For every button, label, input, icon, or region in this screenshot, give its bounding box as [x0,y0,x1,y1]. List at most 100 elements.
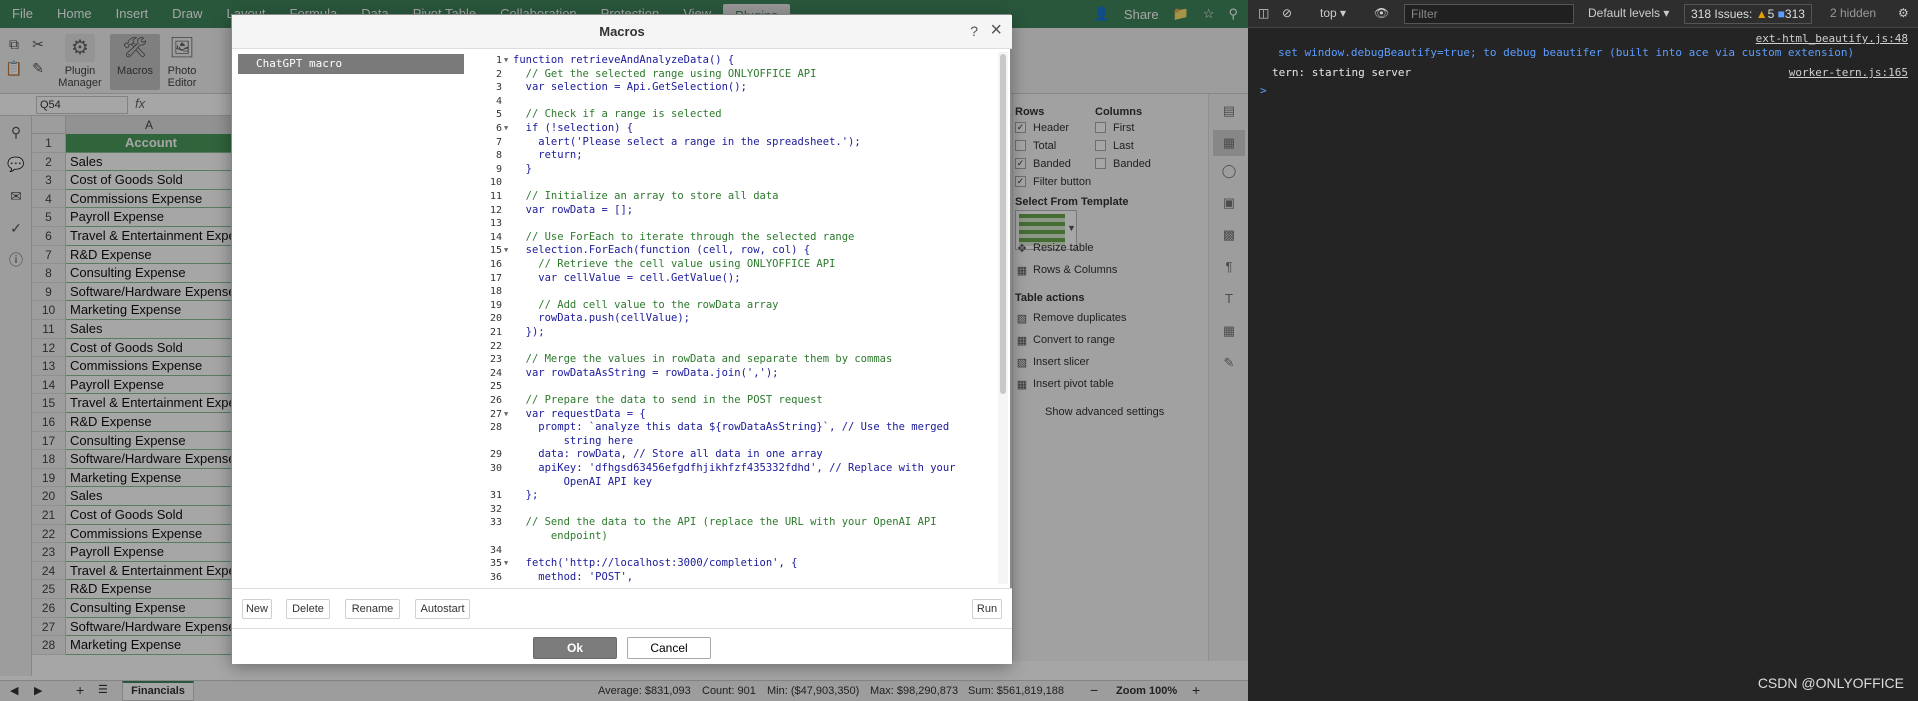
ok-button[interactable]: Ok [533,637,617,659]
log1-message: set window.debugBeautify=true; to debug … [1278,46,1855,59]
line-number: 26 [489,395,502,406]
line-number: 10 [489,177,502,189]
code-line[interactable]: apiKey: 'dfhgsd63456efgdfhjikhfzf435332f… [513,462,955,476]
line-number: 14 [489,231,502,243]
line-number: 16 [489,259,502,270]
code-line[interactable]: }; [513,489,539,503]
console-filter-input[interactable]: Filter [1404,4,1574,24]
line-number: 5 [495,109,502,121]
code-line[interactable]: rowData.push(cellValue); [513,312,690,326]
autostart-button[interactable]: Autostart [415,599,470,619]
line-number: 30 [489,463,502,474]
close-icon[interactable]: × [990,19,1002,42]
sidebar-toggle-icon[interactable]: ◫ [1258,6,1269,20]
dialog-title: Macros [232,15,1012,49]
macros-dialog: Macros ? × ChatGPT macro 1 ▼ 2 3 4 5 6 ▼ 7 8 9 10 11… [231,14,1012,664]
code-line[interactable]: prompt: `analyze this data ${rowDataAsSt… [513,421,949,435]
line-number: 21 [489,327,502,338]
log2-message: tern: starting server [1272,66,1412,79]
line-number: 18 [489,286,502,298]
line-number: 27 [489,408,502,420]
fold-toggle-icon[interactable]: ▼ [504,122,508,136]
code-line[interactable]: var requestData = { [513,408,646,422]
clear-console-icon[interactable]: ⊘ [1282,6,1292,20]
chevron-down-icon: ▾ [1663,6,1670,20]
line-number: 28 [489,422,502,434]
chevron-down-icon: ▾ [1340,6,1347,20]
code-line[interactable]: // Merge the values in rowData and separ… [513,353,893,367]
line-number: 3 [495,82,502,94]
info-icon: ■ [1777,7,1785,21]
hidden-count: 2 hidden [1830,6,1877,20]
line-number: 33 [489,517,502,529]
code-line[interactable]: }); [513,326,545,340]
code-line[interactable]: if (!selection) { [513,122,633,136]
line-number: 13 [489,218,502,230]
code-line[interactable]: OpenAI API key [513,476,653,490]
run-button[interactable]: Run [972,599,1002,619]
line-number: 6 [495,123,502,134]
issues-button[interactable]: 318 Issues: ▲5 ■313 [1684,4,1812,24]
code-content[interactable]: function retrieveAndAnalyzeData() { // G… [513,50,997,588]
code-line[interactable]: // Use ForEach to iterate through the se… [513,231,855,245]
rename-macro-button[interactable]: Rename [345,599,400,619]
watermark: CSDN @ONLYOFFICE [1757,675,1904,691]
fold-toggle-icon[interactable]: ▼ [504,408,508,422]
code-line[interactable]: alert('Please select a range in the spre… [513,136,860,150]
line-number: 34 [489,544,502,556]
line-number: 11 [489,191,502,202]
line-number: 9 [495,163,502,175]
code-line[interactable]: // Send the data to the API (replace the… [513,516,937,530]
code-line[interactable]: // Prepare the data to send in the POST … [513,394,823,408]
warning-icon: ▲ [1755,7,1768,21]
code-line[interactable]: var rowDataAsString = rowData.join(','); [513,367,779,381]
log2-source-link[interactable]: worker-tern.js:165 [1789,66,1908,79]
code-line[interactable]: } [513,163,532,177]
log-levels-dropdown[interactable]: Default levels ▾ [1588,6,1669,20]
dialog-footer: Ok Cancel [232,628,1012,664]
macro-list-item[interactable]: ChatGPT macro [238,54,469,74]
code-line[interactable]: var rowData = []; [513,204,633,218]
issues-warn-count: 5 [1767,7,1775,21]
settings-gear-icon[interactable]: ⚙ [1898,6,1909,20]
code-line[interactable]: // Initialize an array to store all data [513,190,779,204]
line-number: 17 [489,272,502,284]
code-line[interactable]: return; [513,149,582,163]
cancel-button[interactable]: Cancel [627,637,711,659]
code-line[interactable]: selection.ForEach(function (cell, row, c… [513,244,810,258]
line-number: 24 [489,367,502,379]
macro-list: ChatGPT macro [236,54,469,586]
line-number: 35 [489,558,502,570]
code-line[interactable]: // Get the selected range using ONLYOFFI… [513,68,817,82]
code-line[interactable]: fetch('http://localhost:3000/completion'… [513,557,798,571]
context-selector[interactable]: top ▾ [1320,6,1346,20]
fold-toggle-icon[interactable]: ▼ [504,244,508,258]
line-number: 1 [495,55,502,66]
fold-toggle-icon[interactable]: ▼ [504,54,508,68]
line-number: 32 [489,503,502,515]
line-number: 23 [489,354,502,366]
scrollbar-thumb[interactable] [1000,54,1006,394]
line-number: 8 [495,150,502,162]
new-macro-button[interactable]: New [242,599,272,619]
fold-toggle-icon[interactable]: ▼ [504,557,508,571]
code-line[interactable]: method: 'POST', [513,571,633,585]
line-number: 25 [489,381,502,393]
code-line[interactable]: string here [513,435,634,449]
code-line[interactable]: data: rowData, // Store all data in one … [513,448,822,462]
editor-scrollbar[interactable] [998,52,1008,584]
live-expression-icon[interactable]: 👁 [1374,6,1389,20]
line-number-gutter: 1 ▼ 2 3 4 5 6 ▼ 7 8 9 10 11 12 13 14 15 ▼ 16 17 18 19 20 21 22 23… [464,50,512,588]
code-line[interactable]: var selection = Api.GetSelection(); [513,81,747,95]
code-line[interactable]: // Add cell value to the rowData array [513,299,778,313]
log1-source-link[interactable]: ext-html_beautify.js:48 [1756,32,1908,45]
code-line[interactable]: endpoint) [513,530,608,544]
code-line[interactable]: // Check if a range is selected [513,108,722,122]
code-line[interactable]: function retrieveAndAnalyzeData() { [513,54,734,68]
help-icon[interactable]: ? [970,23,978,39]
delete-macro-button[interactable]: Delete [286,599,330,619]
code-editor[interactable]: 1 ▼ 2 3 4 5 6 ▼ 7 8 9 10 11 12 13 14 15 ▼ 16 17 18 19 20 21 22 23… [464,50,1000,588]
console-prompt[interactable]: > [1260,84,1267,97]
code-line[interactable]: var cellValue = cell.GetValue(); [513,272,740,286]
code-line[interactable]: // Retrieve the cell value using ONLYOFF… [513,258,835,272]
